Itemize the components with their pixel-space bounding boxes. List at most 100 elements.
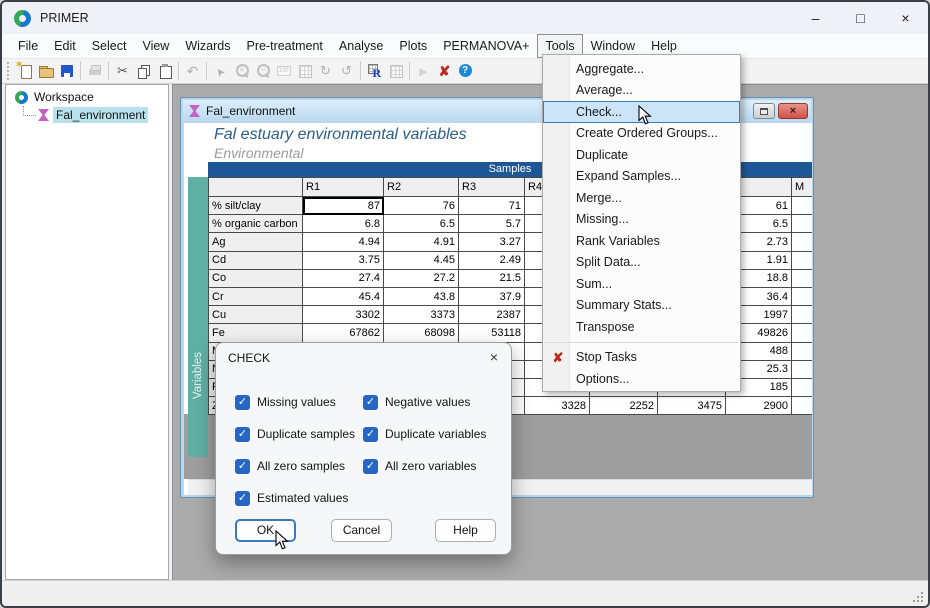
data-cell[interactable]: 43.8 (384, 287, 459, 305)
data-cell[interactable]: 5.7 (459, 215, 525, 233)
stop-tasks-button[interactable] (434, 61, 455, 81)
data-cell[interactable]: 2900 (726, 397, 792, 415)
menu-file[interactable]: File (10, 34, 46, 58)
row-label[interactable]: Cr (209, 287, 303, 305)
open-workspace-button[interactable] (35, 61, 56, 81)
data-cell[interactable] (792, 324, 813, 342)
help-button[interactable] (455, 61, 476, 81)
menu-pre-treatment[interactable]: Pre-treatment (238, 34, 330, 58)
data-cell[interactable]: 45.4 (303, 287, 384, 305)
data-cell[interactable]: 6.8 (303, 215, 384, 233)
copy-button[interactable] (133, 61, 154, 81)
data-cell[interactable]: 2.49 (459, 251, 525, 269)
run-r-button[interactable] (364, 61, 385, 81)
data-cell[interactable]: 2252 (590, 397, 658, 415)
titlebar[interactable]: PRIMER – □ × (2, 2, 928, 34)
data-cell[interactable] (792, 306, 813, 324)
checkbox-all-zero-variables[interactable]: ✓All zero variables (363, 455, 486, 477)
data-cell[interactable]: 21.5 (459, 269, 525, 287)
menu-item-transpose[interactable]: Transpose (543, 316, 740, 338)
column-header-R1[interactable]: R1 (303, 178, 384, 197)
maximize-button[interactable]: □ (838, 2, 883, 34)
data-cell[interactable] (792, 378, 813, 396)
data-cell[interactable] (792, 287, 813, 305)
data-cell[interactable]: 6.5 (384, 215, 459, 233)
data-cell[interactable] (792, 342, 813, 360)
document-close-button[interactable]: × (778, 103, 808, 119)
row-label[interactable]: Co (209, 269, 303, 287)
dialog-close-icon[interactable]: × (490, 349, 498, 365)
checkbox-estimated-values[interactable]: ✓Estimated values (235, 487, 363, 509)
menu-edit[interactable]: Edit (46, 34, 84, 58)
data-cell[interactable]: 67862 (303, 324, 384, 342)
tree-item-fal-environment[interactable]: Fal_environment (6, 104, 168, 123)
column-header-R2[interactable]: R2 (384, 178, 459, 197)
data-cell[interactable]: 4.91 (384, 233, 459, 251)
data-cell[interactable]: 37.9 (459, 287, 525, 305)
data-cell[interactable] (792, 360, 813, 378)
menu-item-merge[interactable]: Merge... (543, 187, 740, 209)
column-header-R3[interactable]: R3 (459, 178, 525, 197)
resize-grip[interactable] (921, 600, 923, 602)
data-cell[interactable]: 27.4 (303, 269, 384, 287)
tree-item-workspace[interactable]: Workspace (6, 85, 168, 104)
data-cell[interactable]: 2387 (459, 306, 525, 324)
menu-analyse[interactable]: Analyse (331, 34, 391, 58)
data-cell[interactable] (792, 269, 813, 287)
menu-permanova-[interactable]: PERMANOVA+ (435, 34, 537, 58)
menu-item-expand-samples[interactable]: Expand Samples... (543, 166, 740, 188)
help-button[interactable]: Help (435, 519, 496, 542)
menu-item-stop-tasks[interactable]: ✘Stop Tasks (543, 347, 740, 369)
data-cell[interactable]: 68098 (384, 324, 459, 342)
data-cell[interactable]: 3.27 (459, 233, 525, 251)
data-cell[interactable]: 53118 (459, 324, 525, 342)
data-cell[interactable]: 3475 (658, 397, 726, 415)
cut-button[interactable] (112, 61, 133, 81)
data-cell[interactable]: 3302 (303, 306, 384, 324)
menu-item-rank-variables[interactable]: Rank Variables (543, 230, 740, 252)
data-cell[interactable] (792, 233, 813, 251)
data-cell[interactable] (792, 251, 813, 269)
corner-header-cell[interactable] (209, 178, 303, 197)
minimize-button[interactable]: – (793, 2, 838, 34)
menu-item-options[interactable]: Options... (543, 368, 740, 390)
data-cell[interactable]: 4.94 (303, 233, 384, 251)
menu-wizards[interactable]: Wizards (177, 34, 238, 58)
new-workbook-button[interactable] (14, 61, 35, 81)
checkbox-all-zero-samples[interactable]: ✓All zero samples (235, 455, 363, 477)
column-header-M[interactable]: M (792, 178, 813, 197)
data-cell[interactable] (792, 215, 813, 233)
menu-view[interactable]: View (134, 34, 177, 58)
checkbox-duplicate-variables[interactable]: ✓Duplicate variables (363, 423, 486, 445)
data-cell[interactable]: 76 (384, 197, 459, 215)
menu-item-duplicate[interactable]: Duplicate (543, 144, 740, 166)
row-label[interactable]: Ag (209, 233, 303, 251)
menu-item-missing[interactable]: Missing... (543, 209, 740, 231)
row-label[interactable]: Cd (209, 251, 303, 269)
save-button[interactable] (56, 61, 77, 81)
paste-button[interactable] (154, 61, 175, 81)
close-button[interactable]: × (883, 2, 928, 34)
data-cell[interactable]: 27.2 (384, 269, 459, 287)
menu-item-sum[interactable]: Sum... (543, 273, 740, 295)
menu-item-summary-stats[interactable]: Summary Stats... (543, 295, 740, 317)
document-restore-button[interactable] (753, 103, 775, 119)
menu-select[interactable]: Select (84, 34, 135, 58)
menu-plots[interactable]: Plots (391, 34, 435, 58)
menu-item-average[interactable]: Average... (543, 80, 740, 102)
menu-item-split-data[interactable]: Split Data... (543, 252, 740, 274)
menu-item-aggregate[interactable]: Aggregate... (543, 58, 740, 80)
data-cell[interactable]: 3.75 (303, 251, 384, 269)
checkbox-missing-values[interactable]: ✓Missing values (235, 391, 363, 413)
checkbox-negative-values[interactable]: ✓Negative values (363, 391, 486, 413)
row-label[interactable]: Cu (209, 306, 303, 324)
cancel-button[interactable]: Cancel (331, 519, 392, 542)
data-cell[interactable] (792, 397, 813, 415)
data-cell[interactable]: 87 (303, 197, 384, 215)
data-cell[interactable]: 71 (459, 197, 525, 215)
row-label[interactable]: % organic carbon (209, 215, 303, 233)
data-cell[interactable] (792, 197, 813, 215)
data-cell[interactable]: 4.45 (384, 251, 459, 269)
data-cell[interactable]: 3328 (525, 397, 590, 415)
row-label[interactable]: % silt/clay (209, 197, 303, 215)
